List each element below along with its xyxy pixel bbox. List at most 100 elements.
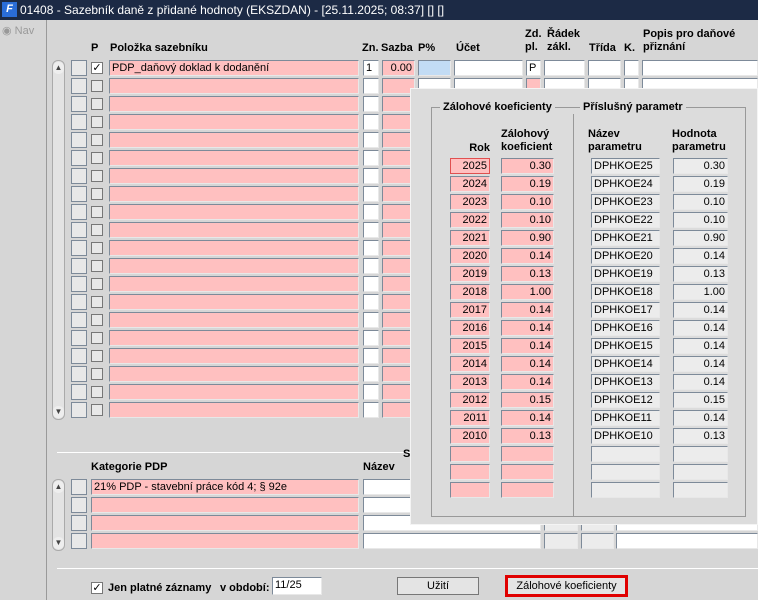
- polozka-field[interactable]: [109, 258, 359, 274]
- koef-field[interactable]: [501, 482, 554, 498]
- zn-field[interactable]: [363, 168, 379, 184]
- period-input[interactable]: 11/25: [272, 577, 322, 595]
- koef-field[interactable]: 0.13: [501, 266, 554, 282]
- zn-field[interactable]: [363, 132, 379, 148]
- zn-field[interactable]: [363, 240, 379, 256]
- row-indicator[interactable]: [71, 366, 87, 382]
- polozka-field[interactable]: [109, 348, 359, 364]
- zn-field[interactable]: [363, 114, 379, 130]
- row-p-checkbox[interactable]: [91, 332, 103, 344]
- rok-field[interactable]: 2023: [450, 194, 490, 210]
- nav-button[interactable]: ◉ Nav: [2, 24, 34, 37]
- row-p-checkbox[interactable]: [91, 98, 103, 110]
- sazba-field[interactable]: 0.00: [382, 60, 415, 76]
- koef-field[interactable]: 0.14: [501, 356, 554, 372]
- rok-field[interactable]: [450, 482, 490, 498]
- zn-field[interactable]: 1: [363, 60, 379, 76]
- zn-field[interactable]: [363, 312, 379, 328]
- scroll-up-icon[interactable]: ▲: [53, 62, 64, 74]
- row-indicator[interactable]: [71, 60, 87, 76]
- rok-field[interactable]: 2018: [450, 284, 490, 300]
- zdpl-field[interactable]: P: [526, 60, 541, 76]
- row-indicator[interactable]: [71, 533, 87, 549]
- usage-button[interactable]: Užití: [397, 577, 479, 595]
- row-indicator[interactable]: [71, 258, 87, 274]
- row-indicator[interactable]: [71, 515, 87, 531]
- row-p-checkbox[interactable]: [91, 260, 103, 272]
- koef-field[interactable]: 0.14: [501, 410, 554, 426]
- polozka-field[interactable]: [109, 384, 359, 400]
- zn-field[interactable]: [363, 348, 379, 364]
- category-scrollbar[interactable]: ▲ ▼: [52, 479, 65, 551]
- zn-field[interactable]: [363, 204, 379, 220]
- row-indicator[interactable]: [71, 276, 87, 292]
- kategorie-field[interactable]: [91, 515, 359, 531]
- zn-field[interactable]: [363, 150, 379, 166]
- koef-field[interactable]: 1.00: [501, 284, 554, 300]
- row-indicator[interactable]: [71, 186, 87, 202]
- zn-field[interactable]: [363, 330, 379, 346]
- polozka-field[interactable]: [109, 222, 359, 238]
- row-p-checkbox[interactable]: [91, 404, 103, 416]
- row-indicator[interactable]: [71, 497, 87, 513]
- polozka-field[interactable]: [109, 366, 359, 382]
- scroll-down-icon[interactable]: ▼: [53, 406, 64, 418]
- row-indicator[interactable]: [71, 479, 87, 495]
- polozka-field[interactable]: [109, 78, 359, 94]
- row-indicator[interactable]: [71, 204, 87, 220]
- row-p-checkbox[interactable]: [91, 242, 103, 254]
- polozka-field[interactable]: [109, 312, 359, 328]
- koef-field[interactable]: [501, 446, 554, 462]
- row-indicator[interactable]: [71, 78, 87, 94]
- koef-field[interactable]: 0.10: [501, 194, 554, 210]
- row-p-checkbox[interactable]: [91, 152, 103, 164]
- koef-field[interactable]: 0.30: [501, 158, 554, 174]
- ucet-field[interactable]: [454, 60, 523, 76]
- polozka-field[interactable]: [109, 330, 359, 346]
- row-p-checkbox[interactable]: [91, 116, 103, 128]
- polozka-field[interactable]: [109, 132, 359, 148]
- zn-field[interactable]: [363, 294, 379, 310]
- rok-field[interactable]: 2016: [450, 320, 490, 336]
- row-p-checkbox[interactable]: [91, 386, 103, 398]
- row-p-checkbox[interactable]: [91, 80, 103, 92]
- rok-field[interactable]: [450, 464, 490, 480]
- row-p-checkbox[interactable]: ✓: [91, 62, 103, 74]
- coefficients-button[interactable]: Zálohové koeficienty: [505, 575, 628, 597]
- zn-field[interactable]: [363, 96, 379, 112]
- rok-field[interactable]: 2010: [450, 428, 490, 444]
- row-indicator[interactable]: [71, 294, 87, 310]
- rok-field[interactable]: 2012: [450, 392, 490, 408]
- scroll-down-icon[interactable]: ▼: [53, 537, 64, 549]
- rok-field[interactable]: 2021: [450, 230, 490, 246]
- trida-field[interactable]: [588, 60, 621, 76]
- koef-field[interactable]: 0.14: [501, 248, 554, 264]
- cat-field[interactable]: [616, 533, 758, 549]
- koef-field[interactable]: [501, 464, 554, 480]
- row-p-checkbox[interactable]: [91, 206, 103, 218]
- row-p-checkbox[interactable]: [91, 314, 103, 326]
- rok-field[interactable]: 2020: [450, 248, 490, 264]
- row-indicator[interactable]: [71, 96, 87, 112]
- koef-field[interactable]: 0.19: [501, 176, 554, 192]
- polozka-field[interactable]: PDP_daňový doklad k dodanění: [109, 60, 359, 76]
- polozka-field[interactable]: [109, 204, 359, 220]
- rok-field[interactable]: 2025: [450, 158, 490, 174]
- zn-field[interactable]: [363, 384, 379, 400]
- kategorie-field[interactable]: [91, 533, 359, 549]
- row-indicator[interactable]: [71, 150, 87, 166]
- koef-field[interactable]: 0.14: [501, 338, 554, 354]
- koef-field[interactable]: 0.14: [501, 374, 554, 390]
- kategorie-field[interactable]: [91, 497, 359, 513]
- row-indicator[interactable]: [71, 348, 87, 364]
- polozka-field[interactable]: [109, 150, 359, 166]
- polozka-field[interactable]: [109, 294, 359, 310]
- row-indicator[interactable]: [71, 384, 87, 400]
- rok-field[interactable]: 2024: [450, 176, 490, 192]
- row-indicator[interactable]: [71, 240, 87, 256]
- zn-field[interactable]: [363, 258, 379, 274]
- koef-field[interactable]: 0.14: [501, 302, 554, 318]
- row-p-checkbox[interactable]: [91, 134, 103, 146]
- rok-field[interactable]: 2013: [450, 374, 490, 390]
- cat-field[interactable]: [544, 533, 578, 549]
